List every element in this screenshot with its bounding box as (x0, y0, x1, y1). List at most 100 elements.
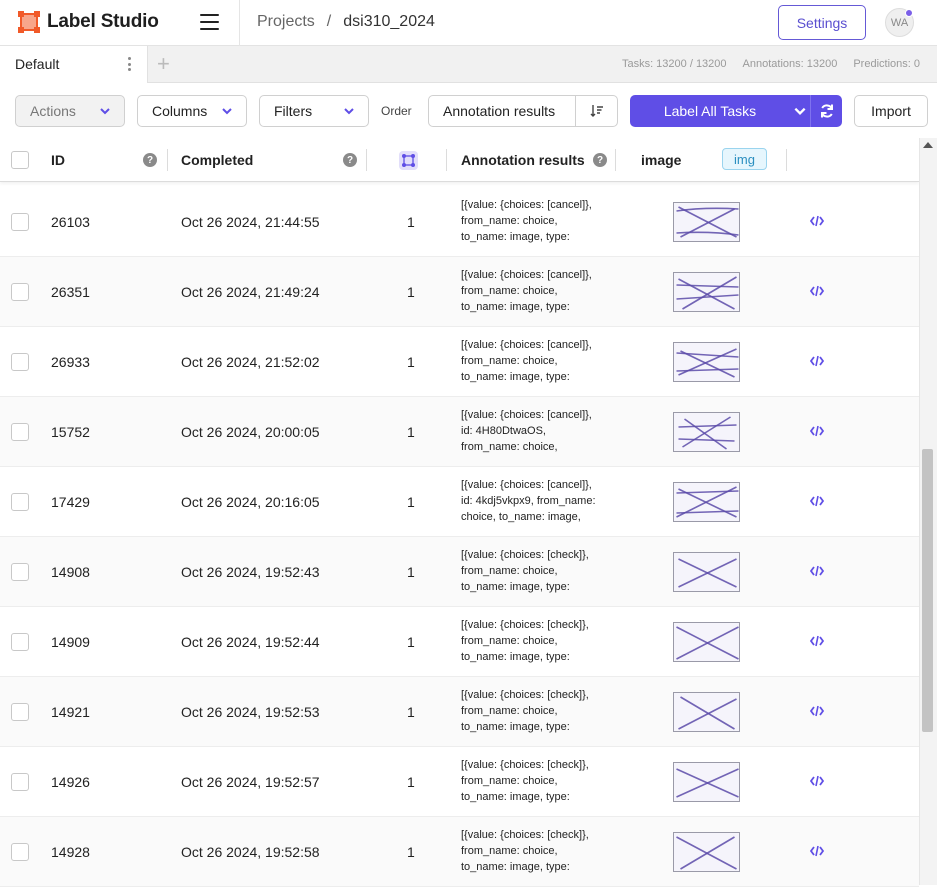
code-view-icon[interactable] (809, 634, 825, 651)
annotations-count-icon[interactable] (399, 151, 418, 170)
tab-strip: Default + Tasks: 13200 / 13200 Annotatio… (0, 46, 937, 83)
image-thumbnail[interactable] (673, 692, 740, 732)
add-tab-icon[interactable]: + (157, 51, 170, 77)
code-view-icon[interactable] (809, 774, 825, 791)
annotations-count: Annotations: 13200 (742, 58, 838, 70)
menu-hamburger-icon[interactable] (200, 14, 219, 30)
table-row[interactable]: 14908 Oct 26 2024, 19:52:43 1 [{value: {… (0, 537, 919, 607)
tab-default[interactable]: Default (0, 46, 148, 83)
row-checkbox[interactable] (11, 423, 29, 441)
image-thumbnail[interactable] (673, 412, 740, 452)
refresh-button[interactable] (810, 95, 842, 127)
table-header: ID ? Completed ? Annotation results ? im… (0, 138, 919, 182)
row-checkbox[interactable] (11, 213, 29, 231)
column-divider[interactable] (167, 149, 168, 171)
row-checkbox[interactable] (11, 703, 29, 721)
table-row[interactable]: 26103 Oct 26 2024, 21:44:55 1 [{value: {… (0, 187, 919, 257)
task-id: 15752 (51, 424, 90, 440)
annotation-line: from_name: choice, (461, 285, 558, 297)
annotation-line: [{value: {choices: [cancel]}, (461, 479, 592, 491)
image-thumbnail[interactable] (673, 342, 740, 382)
tab-menu-icon[interactable] (128, 57, 132, 71)
help-icon[interactable]: ? (143, 153, 157, 167)
breadcrumb-project[interactable]: dsi310_2024 (343, 13, 435, 31)
label-studio-logo-icon (18, 11, 40, 33)
filters-dropdown[interactable]: Filters (259, 95, 369, 127)
row-checkbox[interactable] (11, 633, 29, 651)
table-row[interactable]: 14921 Oct 26 2024, 19:52:53 1 [{value: {… (0, 677, 919, 747)
task-stats: Tasks: 13200 / 13200 Annotations: 13200 … (622, 58, 920, 70)
task-id: 26351 (51, 284, 90, 300)
table-row[interactable]: 14928 Oct 26 2024, 19:52:58 1 [{value: {… (0, 817, 919, 887)
breadcrumb-projects[interactable]: Projects (257, 13, 315, 31)
annotation-count: 1 (407, 844, 415, 860)
code-view-icon[interactable] (809, 284, 825, 301)
code-view-icon[interactable] (809, 354, 825, 371)
image-thumbnail[interactable] (673, 762, 740, 802)
chevron-down-icon (344, 108, 354, 115)
annotation-line: [{value: {choices: [check]}, (461, 689, 589, 701)
breadcrumb-separator: / (326, 13, 332, 30)
help-icon[interactable]: ? (343, 153, 357, 167)
image-thumbnail[interactable] (673, 202, 740, 242)
row-checkbox[interactable] (11, 843, 29, 861)
annotation-results-cell: [{value: {choices: [cancel]}, from_name:… (461, 337, 611, 385)
annotation-line: to_name: image, type: (461, 231, 570, 243)
table-row[interactable]: 26351 Oct 26 2024, 21:49:24 1 [{value: {… (0, 257, 919, 327)
sort-direction-icon[interactable] (575, 96, 618, 126)
code-view-icon[interactable] (809, 214, 825, 231)
header-id[interactable]: ID (51, 138, 65, 182)
row-checkbox[interactable] (11, 283, 29, 301)
row-checkbox[interactable] (11, 563, 29, 581)
settings-button[interactable]: Settings (778, 5, 866, 40)
table-row[interactable]: 17429 Oct 26 2024, 20:16:05 1 [{value: {… (0, 467, 919, 537)
column-divider[interactable] (786, 149, 787, 171)
chevron-down-icon[interactable] (793, 104, 807, 118)
image-thumbnail[interactable] (673, 482, 740, 522)
label-all-tasks-button[interactable]: Label All Tasks (630, 95, 810, 127)
select-all-checkbox[interactable] (11, 151, 29, 169)
columns-dropdown[interactable]: Columns (137, 95, 247, 127)
annotation-count: 1 (407, 284, 415, 300)
code-view-icon[interactable] (809, 424, 825, 441)
help-icon[interactable]: ? (593, 153, 607, 167)
scrollbar-thumb[interactable] (922, 449, 933, 732)
annotation-line: from_name: choice, (461, 565, 558, 577)
code-view-icon[interactable] (809, 704, 825, 721)
table-row[interactable]: 15752 Oct 26 2024, 20:00:05 1 [{value: {… (0, 397, 919, 467)
image-thumbnail[interactable] (673, 552, 740, 592)
image-thumbnail[interactable] (673, 832, 740, 872)
annotation-line: [{value: {choices: [check]}, (461, 829, 589, 841)
image-thumbnail[interactable] (673, 272, 740, 312)
table-row[interactable]: 14926 Oct 26 2024, 19:52:57 1 [{value: {… (0, 747, 919, 817)
code-view-icon[interactable] (809, 564, 825, 581)
table-row[interactable]: 26933 Oct 26 2024, 21:52:02 1 [{value: {… (0, 327, 919, 397)
column-divider[interactable] (615, 149, 616, 171)
scroll-up-arrow-icon[interactable] (923, 142, 933, 148)
import-button[interactable]: Import (854, 95, 928, 127)
row-checkbox[interactable] (11, 353, 29, 371)
annotation-line: [{value: {choices: [check]}, (461, 619, 589, 631)
table-row[interactable]: 14909 Oct 26 2024, 19:52:44 1 [{value: {… (0, 607, 919, 677)
app-logo[interactable]: Label Studio (18, 11, 159, 33)
image-thumbnail[interactable] (673, 622, 740, 662)
header-completed[interactable]: Completed (181, 138, 253, 182)
completed-date: Oct 26 2024, 21:52:02 (181, 354, 320, 370)
header-image[interactable]: image (641, 138, 681, 182)
column-divider[interactable] (366, 149, 367, 171)
order-select[interactable]: Annotation results (428, 95, 618, 127)
code-view-icon[interactable] (809, 494, 825, 511)
header-annotation-results[interactable]: Annotation results (461, 138, 585, 182)
task-id: 14921 (51, 704, 90, 720)
annotation-line: from_name: choice, (461, 215, 558, 227)
row-checkbox[interactable] (11, 493, 29, 511)
annotation-line: to_name: image, type: (461, 721, 570, 733)
actions-dropdown[interactable]: Actions (15, 95, 125, 127)
annotation-line: to_name: image, type: (461, 861, 570, 873)
code-view-icon[interactable] (809, 844, 825, 861)
completed-date: Oct 26 2024, 19:52:44 (181, 634, 320, 650)
divider (239, 0, 240, 46)
column-divider[interactable] (446, 149, 447, 171)
row-checkbox[interactable] (11, 773, 29, 791)
annotation-line: [{value: {choices: [cancel]}, (461, 199, 592, 211)
